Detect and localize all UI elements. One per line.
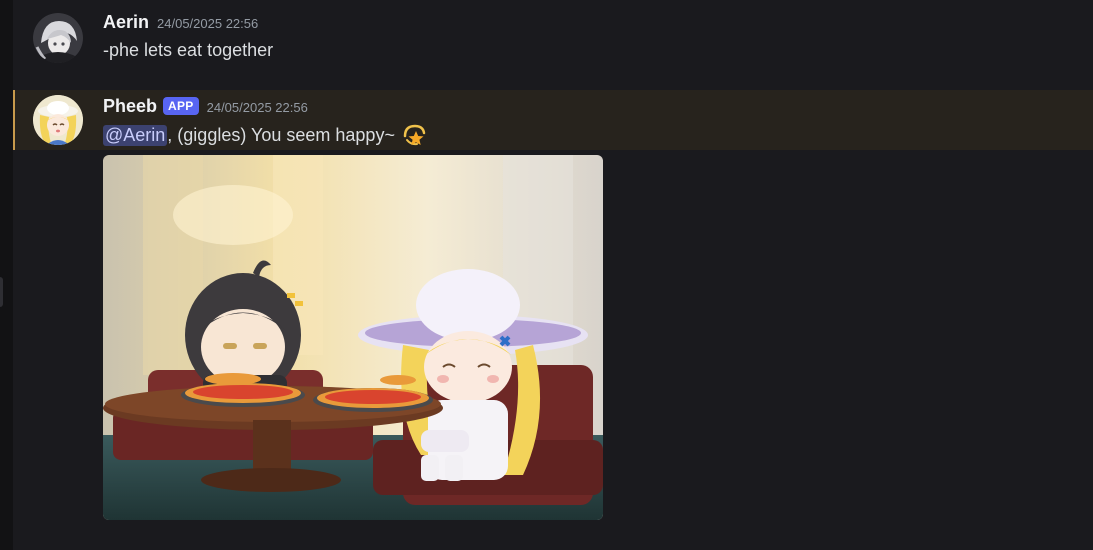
message-header: Aerin 24/05/2025 22:56 [103, 12, 258, 33]
timestamp: 24/05/2025 22:56 [157, 16, 259, 31]
message-aerin: Aerin 24/05/2025 22:56 -phe lets eat tog… [13, 0, 1093, 88]
timestamp: 24/05/2025 22:56 [206, 100, 308, 115]
dizzy-star-icon [401, 122, 427, 148]
message-pheeb: Pheeb APP 24/05/2025 22:56 @Aerin , (gig… [13, 90, 1093, 150]
user-mention[interactable]: @Aerin [103, 124, 168, 146]
avatar-aerin[interactable] [33, 13, 83, 63]
left-rail [0, 0, 13, 550]
author-name[interactable]: Aerin [103, 12, 149, 33]
message-text: -phe lets eat together [103, 40, 274, 60]
author-name[interactable]: Pheeb [103, 96, 157, 117]
app-badge: APP [163, 97, 199, 115]
message-text: @Aerin , (giggles) You seem happy~ [103, 122, 427, 148]
message-header: Pheeb APP 24/05/2025 22:56 [103, 96, 308, 117]
avatar-pheeb[interactable] [33, 95, 83, 145]
rail-notch [0, 277, 3, 307]
message-text-content: , (giggles) You seem happy~ [167, 124, 395, 145]
pizza-dinner-image[interactable] [103, 155, 603, 520]
